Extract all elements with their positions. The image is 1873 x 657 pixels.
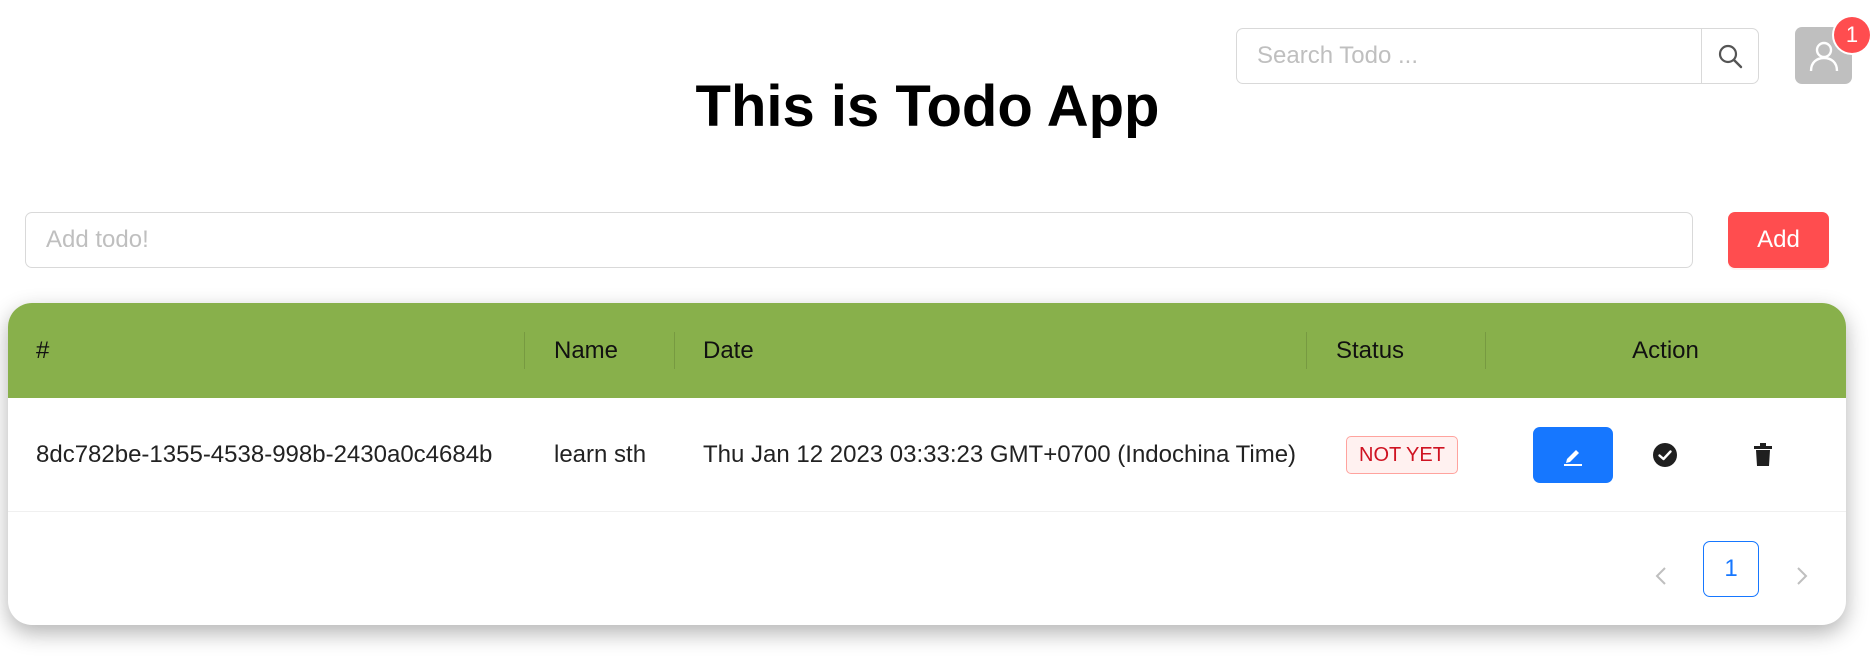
- todo-table: # Name Date Status Action 8dc782be-1355-…: [8, 303, 1846, 625]
- search-icon: [1718, 44, 1743, 69]
- todo-date: Thu Jan 12 2023 03:33:23 GMT+0700 (Indoc…: [703, 440, 1297, 468]
- column-divider: [1306, 332, 1307, 369]
- pagination-prev[interactable]: [1646, 548, 1676, 604]
- status-cell: NOT YET: [1346, 398, 1458, 511]
- complete-button[interactable]: [1648, 438, 1682, 472]
- column-divider: [674, 332, 675, 369]
- chevron-left-icon: [1655, 567, 1666, 585]
- pagination-next[interactable]: [1787, 548, 1817, 604]
- add-todo-input[interactable]: [25, 212, 1693, 268]
- status-badge: NOT YET: [1346, 435, 1458, 474]
- notification-badge: 1: [1834, 17, 1870, 53]
- delete-icon: [1754, 443, 1772, 466]
- todo-name: learn sth: [554, 440, 647, 468]
- column-header-date: Date: [703, 336, 754, 364]
- todo-id: 8dc782be-1355-4538-998b-2430a0c4684b: [36, 440, 493, 468]
- column-divider: [524, 332, 525, 369]
- table-row: 8dc782be-1355-4538-998b-2430a0c4684b lea…: [8, 398, 1846, 512]
- edit-button[interactable]: [1533, 427, 1613, 483]
- edit-icon: [1564, 450, 1582, 466]
- delete-button[interactable]: [1746, 438, 1780, 472]
- check-circle-icon: [1653, 443, 1677, 467]
- column-header-name: Name: [554, 336, 619, 364]
- pagination-page-1[interactable]: 1: [1703, 541, 1759, 597]
- column-header-id: #: [36, 336, 50, 364]
- user-icon: [1809, 41, 1838, 71]
- column-header-status: Status: [1336, 336, 1405, 364]
- page-title: This is Todo App: [695, 74, 1160, 139]
- add-button[interactable]: Add: [1728, 212, 1829, 268]
- column-header-action: Action: [1632, 336, 1699, 364]
- chevron-right-icon: [1797, 567, 1808, 585]
- table-header: # Name Date Status Action: [8, 303, 1846, 398]
